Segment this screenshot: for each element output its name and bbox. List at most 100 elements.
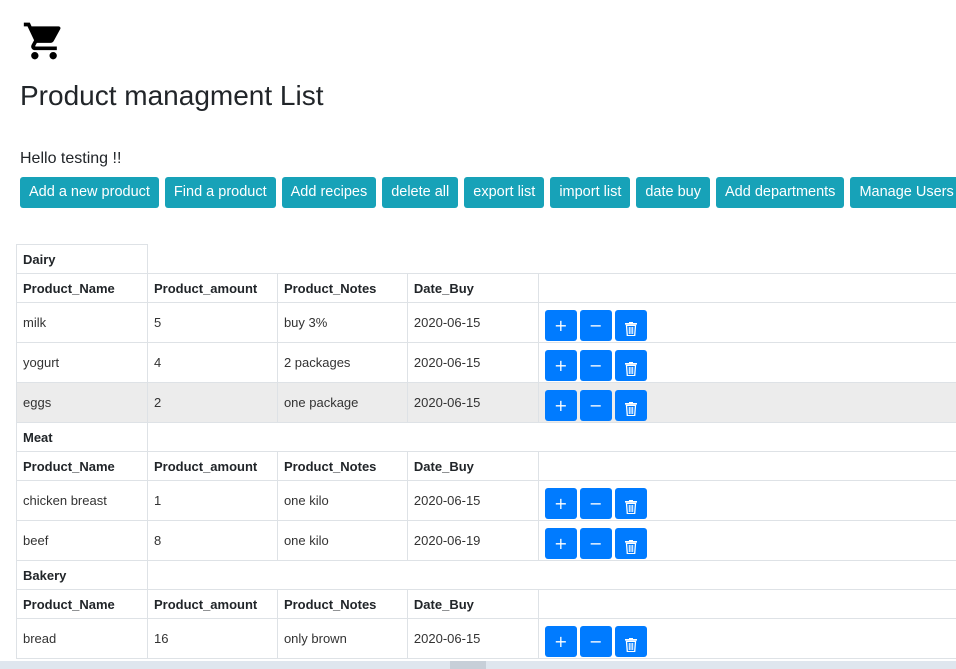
col-header-date: Date_Buy: [406, 451, 539, 481]
greeting-text: Hello testing !!: [20, 150, 122, 167]
decrease-button[interactable]: −: [579, 487, 612, 519]
cell-amount: 16: [146, 618, 278, 659]
col-header-name: Product_Name: [16, 451, 148, 481]
scrollbar-thumb[interactable]: [450, 661, 486, 669]
cell-notes: only brown: [276, 618, 408, 659]
import-list-button[interactable]: import list: [550, 177, 631, 208]
table-row: eggs 2 one package 2020-06-15 + −: [16, 382, 956, 423]
department-row: Dairy: [16, 244, 956, 274]
decrease-button[interactable]: −: [579, 527, 612, 559]
product-table: Dairy Product_Name Product_amount Product_N…: [16, 244, 956, 659]
add-recipes-button[interactable]: Add recipes: [281, 177, 377, 208]
delete-button[interactable]: [614, 625, 647, 657]
department-name: Bakery: [16, 560, 148, 590]
find-product-button[interactable]: Find a product: [164, 177, 276, 208]
add-departments-button[interactable]: Add departments: [716, 177, 845, 208]
cell-notes: buy 3%: [276, 302, 408, 343]
decrease-button[interactable]: −: [579, 625, 612, 657]
cell-name: beef: [16, 520, 148, 561]
cell-name: chicken breast: [16, 480, 148, 521]
delete-button[interactable]: [614, 309, 647, 341]
department-spacer: [147, 560, 956, 590]
trash-icon: [615, 402, 647, 416]
cell-notes: one kilo: [276, 480, 408, 521]
increase-button[interactable]: +: [544, 625, 577, 657]
export-list-button[interactable]: export list: [464, 177, 545, 208]
trash-icon: [615, 638, 647, 652]
manage-users-button[interactable]: Manage Users: [850, 177, 956, 208]
increase-button[interactable]: +: [544, 527, 577, 559]
cell-date: 2020-06-15: [406, 480, 539, 521]
increase-button[interactable]: +: [544, 349, 577, 381]
cell-date: 2020-06-15: [406, 618, 539, 659]
date-buy-button[interactable]: date buy: [636, 177, 710, 208]
department-row: Bakery: [16, 560, 956, 590]
cell-name: yogurt: [16, 342, 148, 383]
cell-amount: 5: [146, 302, 278, 343]
col-header-notes: Product_Notes: [276, 589, 408, 619]
table-row: milk 5 buy 3% 2020-06-15 + −: [16, 302, 956, 343]
table-row: bread 16 only brown 2020-06-15 + −: [16, 618, 956, 659]
cell-notes: one kilo: [276, 520, 408, 561]
row-actions: + −: [538, 342, 956, 383]
horizontal-scrollbar[interactable]: [0, 661, 956, 669]
table-header-row: Product_Name Product_amount Product_Notes D…: [16, 273, 956, 303]
add-product-button[interactable]: Add a new product: [20, 177, 159, 208]
cell-amount: 2: [146, 382, 278, 423]
table-row: beef 8 one kilo 2020-06-19 + −: [16, 520, 956, 561]
col-header-name: Product_Name: [16, 589, 148, 619]
decrease-button[interactable]: −: [579, 309, 612, 341]
cell-name: eggs: [16, 382, 148, 423]
delete-button[interactable]: [614, 349, 647, 381]
decrease-button[interactable]: −: [579, 389, 612, 421]
row-actions: + −: [538, 302, 956, 343]
table-header-row: Product_Name Product_amount Product_Notes D…: [16, 451, 956, 481]
page-title: Product managment List: [20, 80, 324, 111]
delete-button[interactable]: [614, 389, 647, 421]
cell-date: 2020-06-19: [406, 520, 539, 561]
col-header-notes: Product_Notes: [276, 451, 408, 481]
table-row: yogurt 4 2 packages 2020-06-15 + −: [16, 342, 956, 383]
row-actions: + −: [538, 520, 956, 561]
trash-icon: [615, 540, 647, 554]
trash-icon: [615, 322, 647, 336]
cell-date: 2020-06-15: [406, 342, 539, 383]
department-spacer: [147, 422, 956, 452]
toolbar: Add a new product Find a product Add rec…: [20, 177, 956, 208]
col-header-amount: Product_amount: [146, 273, 278, 303]
cell-amount: 1: [146, 480, 278, 521]
cell-date: 2020-06-15: [406, 382, 539, 423]
cell-notes: 2 packages: [276, 342, 408, 383]
header-blank: [538, 451, 956, 481]
table-header-row: Product_Name Product_amount Product_Notes D…: [16, 589, 956, 619]
increase-button[interactable]: +: [544, 309, 577, 341]
cell-amount: 4: [146, 342, 278, 383]
decrease-button[interactable]: −: [579, 349, 612, 381]
col-header-amount: Product_amount: [146, 451, 278, 481]
department-name: Dairy: [16, 244, 148, 274]
col-header-date: Date_Buy: [406, 589, 539, 619]
row-actions: + −: [538, 382, 956, 423]
cell-amount: 8: [146, 520, 278, 561]
delete-button[interactable]: [614, 527, 647, 559]
col-header-notes: Product_Notes: [276, 273, 408, 303]
header-blank: [538, 589, 956, 619]
cell-name: bread: [16, 618, 148, 659]
col-header-date: Date_Buy: [406, 273, 539, 303]
cell-notes: one package: [276, 382, 408, 423]
cell-name: milk: [16, 302, 148, 343]
row-actions: + −: [538, 618, 956, 659]
increase-button[interactable]: +: [544, 389, 577, 421]
department-row: Meat: [16, 422, 956, 452]
cell-date: 2020-06-15: [406, 302, 539, 343]
delete-button[interactable]: [614, 487, 647, 519]
col-header-name: Product_Name: [16, 273, 148, 303]
header-blank: [538, 273, 956, 303]
department-spacer: [147, 244, 956, 274]
delete-all-button[interactable]: delete all: [382, 177, 459, 208]
col-header-amount: Product_amount: [146, 589, 278, 619]
department-name: Meat: [16, 422, 148, 452]
increase-button[interactable]: +: [544, 487, 577, 519]
shopping-cart-icon: [23, 22, 61, 60]
trash-icon: [615, 362, 647, 376]
